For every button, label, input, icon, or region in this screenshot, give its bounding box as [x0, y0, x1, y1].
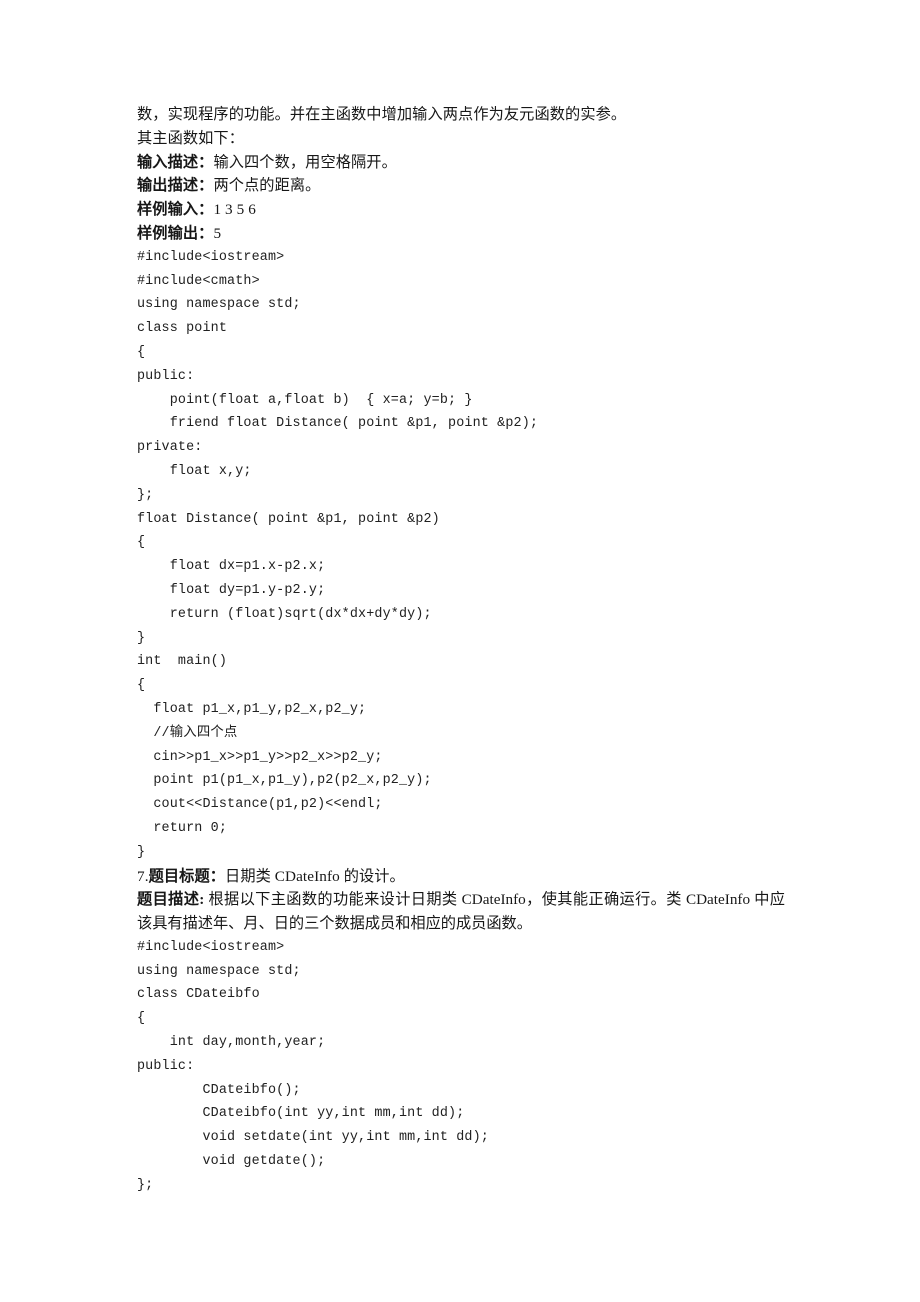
code-line: public:	[137, 1058, 195, 1074]
code-line: float x,y;	[137, 463, 252, 479]
problem7-title-line: 7.题目标题：日期类 CDateInfo 的设计。	[137, 865, 787, 889]
code-line: //输入四个点	[137, 725, 238, 741]
input-description-line: 输入描述：输入四个数，用空格隔开。	[137, 151, 787, 175]
code-line: }	[137, 844, 146, 860]
problem7-number: 7.	[137, 867, 149, 885]
code-block-cdateinfo-class: #include<iostream> using namespace std; cl…	[137, 936, 787, 1198]
code-line: CDateibfo();	[137, 1082, 301, 1098]
code-line: cout<<Distance(p1,p2)<<endl;	[137, 797, 383, 813]
code-line: using namespace std;	[137, 963, 301, 979]
code-line: int day,month,year;	[137, 1035, 326, 1051]
code-line: point(float a,float b) { x=a; y=b; }	[137, 392, 473, 408]
paragraph-intro-line-2: 其主函数如下：	[137, 129, 245, 147]
problem7-description-label: 题目描述:	[137, 891, 205, 909]
code-line: CDateibfo(int yy,int mm,int dd);	[137, 1106, 465, 1122]
problem7-title-value: 日期类 CDateInfo 的设计。	[225, 867, 405, 885]
code-block-point-class: #include<iostream> #include<cmath> using n…	[137, 246, 787, 865]
code-line: float p1_x,p1_y,p2_x,p2_y;	[137, 701, 367, 717]
paragraph-intro-line-1: 数，实现程序的功能。并在主函数中增加输入两点作为友元函数的实参。	[137, 106, 627, 123]
document-content: 数，实现程序的功能。并在主函数中增加输入两点作为友元函数的实参。 其主函数如下：…	[137, 103, 787, 1198]
code-line: float dy=p1.y-p2.y;	[137, 582, 326, 598]
code-line: cin>>p1_x>>p1_y>>p2_x>>p2_y;	[137, 749, 383, 765]
output-description-label: 输出描述：	[137, 177, 214, 195]
problem7-title-label: 题目标题：	[148, 867, 226, 885]
code-line: friend float Distance( point &p1, point …	[137, 416, 539, 432]
code-line: float dx=p1.x-p2.x;	[137, 559, 326, 575]
code-line: {	[137, 344, 146, 360]
code-line: using namespace std;	[137, 297, 301, 313]
sample-output-value: 5	[213, 224, 222, 242]
code-line: #include<iostream>	[137, 939, 285, 955]
code-line: {	[137, 535, 146, 551]
code-line: #include<iostream>	[137, 249, 285, 265]
code-line: void getdate();	[137, 1154, 326, 1170]
sample-input-line: 样例输入：1 3 5 6	[137, 198, 787, 222]
code-line: class point	[137, 321, 228, 337]
problem7-description-value: 根据以下主函数的功能来设计日期类 CDateInfo，使其能正确运行。类 CDa…	[137, 891, 785, 933]
sample-input-value: 1 3 5 6	[213, 201, 256, 219]
sample-output-label: 样例输出：	[137, 224, 214, 242]
output-description-value: 两个点的距离。	[213, 177, 321, 195]
output-description-line: 输出描述：两个点的距离。	[137, 174, 787, 198]
code-line: class CDateibfo	[137, 987, 260, 1003]
code-line: return 0;	[137, 820, 228, 836]
code-line: return (float)sqrt(dx*dx+dy*dy);	[137, 606, 432, 622]
code-line: #include<cmath>	[137, 273, 260, 289]
code-line: void setdate(int yy,int mm,int dd);	[137, 1130, 489, 1146]
document-page: 数，实现程序的功能。并在主函数中增加输入两点作为友元函数的实参。 其主函数如下：…	[0, 0, 920, 1302]
code-line: float Distance( point &p1, point &p2)	[137, 511, 440, 527]
problem7-description-paragraph: 题目描述: 根据以下主函数的功能来设计日期类 CDateInfo，使其能正确运行…	[137, 888, 785, 936]
code-line: point p1(p1_x,p1_y),p2(p2_x,p2_y);	[137, 773, 432, 789]
input-description-label: 输入描述：	[137, 153, 214, 171]
sample-output-line: 样例输出：5	[137, 222, 787, 246]
code-line: }	[137, 630, 146, 646]
input-description-value: 输入四个数，用空格隔开。	[213, 153, 397, 171]
code-line: };	[137, 487, 154, 503]
code-line: {	[137, 1011, 146, 1027]
sample-input-label: 样例输入：	[137, 201, 214, 219]
code-line: private:	[137, 440, 203, 456]
code-line: {	[137, 678, 146, 694]
code-line: };	[137, 1177, 154, 1193]
code-line: public:	[137, 368, 195, 384]
code-line: int main()	[137, 654, 228, 670]
